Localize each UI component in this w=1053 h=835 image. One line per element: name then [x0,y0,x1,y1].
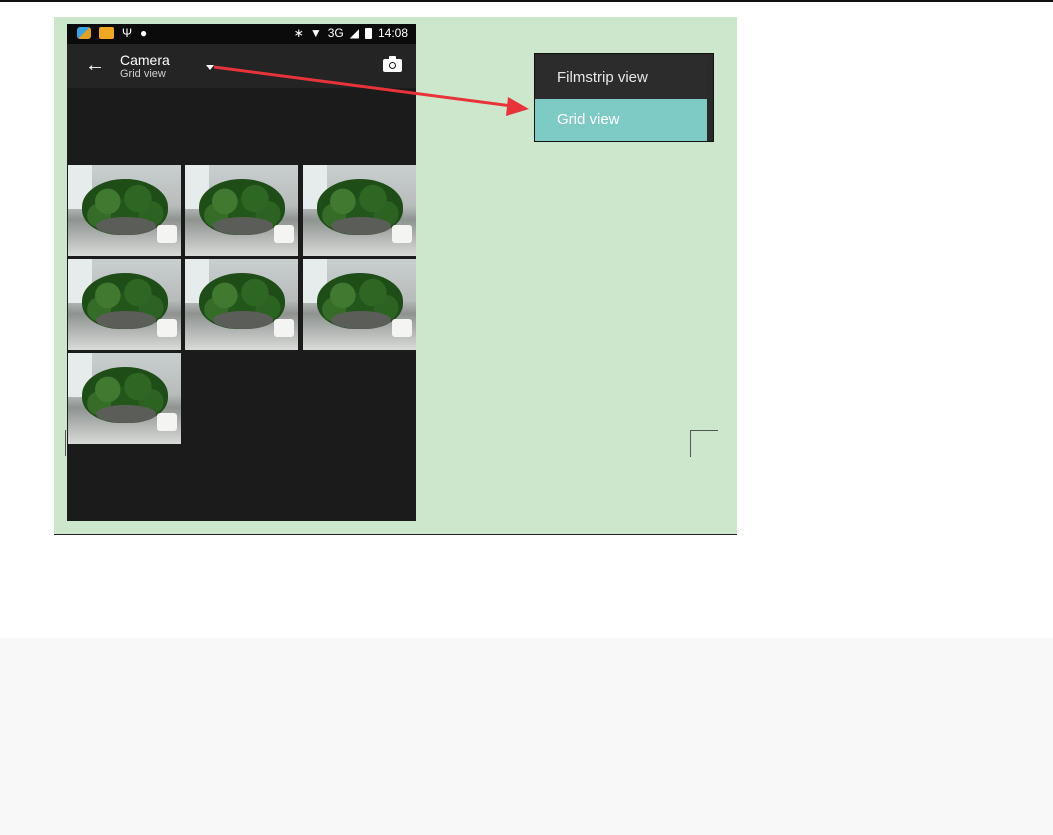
arrow-head [506,97,529,116]
annotation-arrow [213,65,529,116]
arrow-shaft [213,65,513,108]
